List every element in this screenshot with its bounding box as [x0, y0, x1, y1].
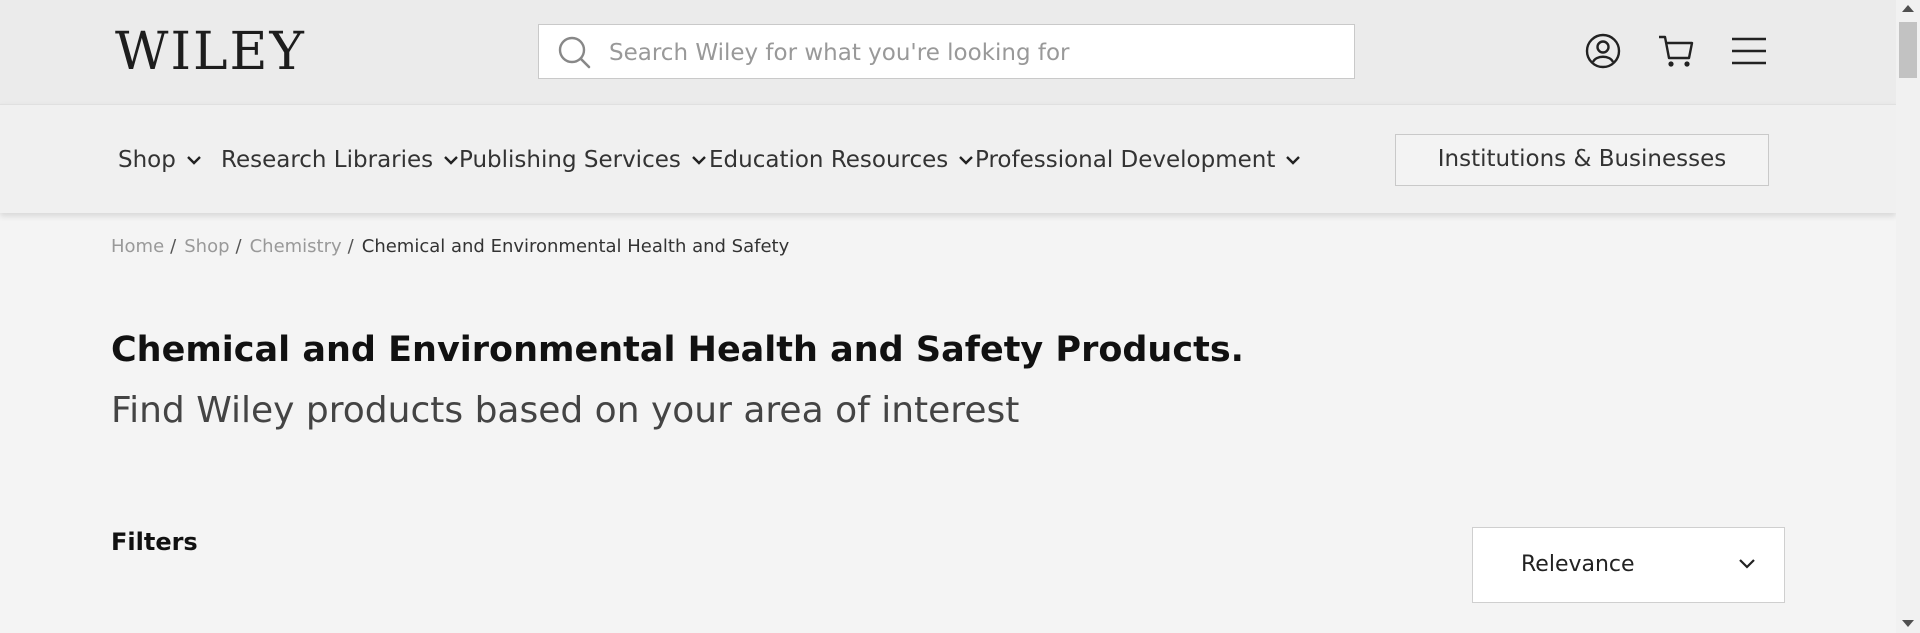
sort-selected-value: Relevance — [1521, 552, 1635, 577]
chevron-down-icon — [1286, 156, 1301, 165]
search-box[interactable] — [538, 24, 1355, 80]
main-navigation: Shop Research Libraries Publishing Servi… — [0, 104, 1896, 213]
scroll-up-arrow-icon[interactable] — [1902, 5, 1914, 12]
breadcrumb-separator: / — [235, 236, 242, 257]
hamburger-menu-icon[interactable] — [1730, 32, 1768, 70]
scrollbar-thumb[interactable] — [1899, 22, 1917, 78]
sort-dropdown[interactable]: Relevance — [1472, 527, 1785, 603]
nav-item-label: Publishing Services — [459, 147, 681, 173]
chevron-down-icon — [444, 156, 459, 165]
nav-item-professional-development[interactable]: Professional Development — [975, 147, 1301, 173]
search-icon[interactable] — [557, 35, 591, 69]
breadcrumb-current: Chemical and Environmental Health and Sa… — [361, 236, 790, 257]
breadcrumb-link-chemistry[interactable]: Chemistry — [250, 236, 342, 257]
vertical-scrollbar[interactable] — [1896, 0, 1920, 633]
cart-icon[interactable] — [1657, 32, 1695, 70]
nav-item-shop[interactable]: Shop — [118, 147, 202, 173]
page-subtitle: Find Wiley products based on your area o… — [111, 390, 1020, 431]
breadcrumb-separator: / — [347, 236, 354, 257]
nav-item-label: Shop — [118, 147, 176, 173]
filters-heading: Filters — [111, 528, 198, 556]
nav-item-publishing-services[interactable]: Publishing Services — [459, 147, 707, 173]
nav-item-label: Professional Development — [975, 147, 1276, 173]
chevron-down-icon — [187, 156, 201, 165]
nav-item-label: Research Libraries — [221, 147, 434, 173]
scroll-down-arrow-icon[interactable] — [1902, 620, 1914, 627]
nav-item-research-libraries[interactable]: Research Libraries — [221, 147, 459, 173]
wiley-logo[interactable]: WILEY — [115, 23, 306, 81]
chevron-down-icon — [1739, 559, 1755, 569]
breadcrumb-separator: / — [170, 236, 177, 257]
breadcrumb: Home / Shop / Chemistry / Chemical and Environ… — [111, 236, 789, 257]
chevron-down-icon — [959, 156, 974, 165]
top-header: WILEY — [0, 0, 1896, 104]
page-title: Chemical and Environmental Health and Sa… — [111, 330, 1244, 370]
nav-item-education-resources[interactable]: Education Resources — [709, 147, 974, 173]
breadcrumb-link-shop[interactable]: Shop — [184, 236, 229, 257]
nav-item-label: Education Resources — [709, 147, 949, 173]
chevron-down-icon — [692, 156, 706, 165]
institutions-businesses-button[interactable]: Institutions & Businesses — [1395, 134, 1769, 186]
breadcrumb-link-home[interactable]: Home — [111, 236, 164, 257]
search-input[interactable] — [607, 25, 1341, 80]
user-icon[interactable] — [1584, 32, 1622, 70]
